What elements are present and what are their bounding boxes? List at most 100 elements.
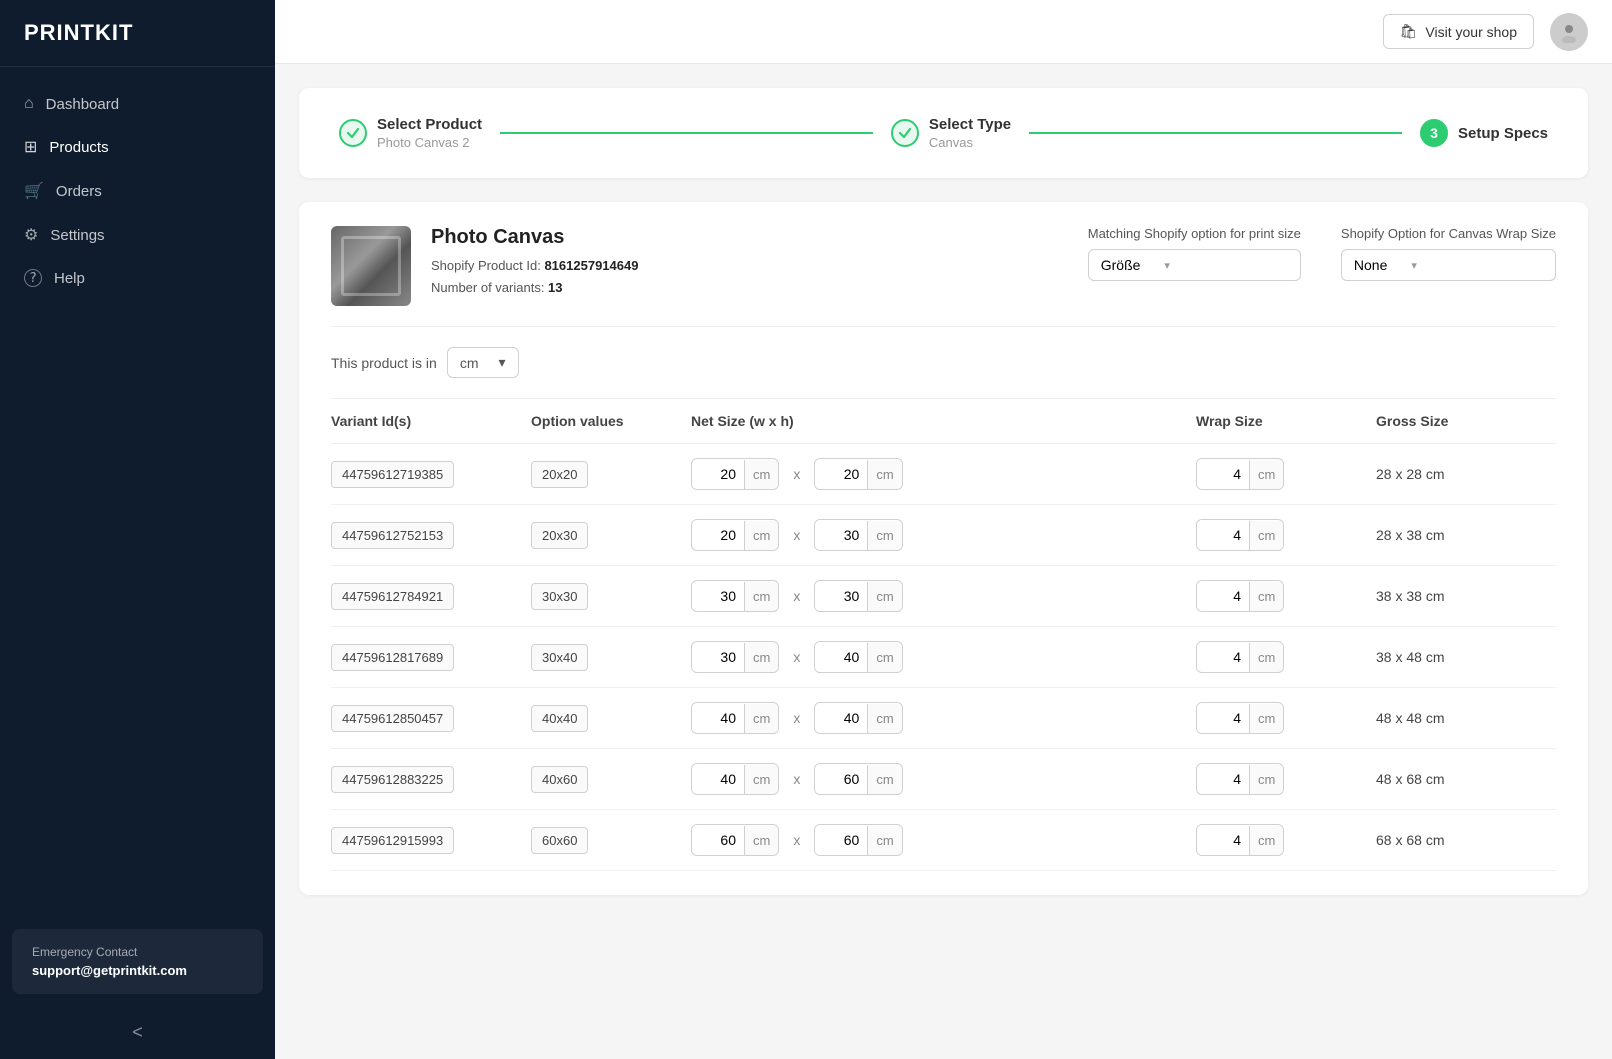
gross-size-value: 48 x 48 cm	[1376, 710, 1444, 726]
wrap-size-input[interactable]: cm	[1196, 763, 1284, 795]
net-height-unit: cm	[867, 704, 901, 733]
cell-variant-id: 44759612850457	[331, 705, 531, 732]
step3-circle: 3	[1420, 119, 1448, 147]
gross-size-value: 28 x 28 cm	[1376, 466, 1444, 482]
net-width-input[interactable]: cm	[691, 824, 779, 856]
net-width-input[interactable]: cm	[691, 763, 779, 795]
x-separator: x	[793, 649, 800, 665]
unit-value: cm	[460, 355, 479, 371]
print-size-option: Matching Shopify option for print size G…	[1088, 226, 1301, 281]
step2-title: Select Type	[929, 116, 1011, 133]
wrap-size-input[interactable]: cm	[1196, 458, 1284, 490]
table-row: 44759612915993 60x60 cm x cm cm 68 x 68 …	[331, 810, 1556, 871]
net-width-field[interactable]	[692, 764, 744, 794]
cell-gross-size: 68 x 68 cm	[1376, 832, 1556, 848]
user-avatar-button[interactable]	[1550, 13, 1588, 51]
net-width-unit: cm	[744, 460, 778, 489]
net-height-field[interactable]	[815, 581, 867, 611]
net-width-field[interactable]	[692, 520, 744, 550]
net-height-input[interactable]: cm	[814, 519, 902, 551]
net-height-field[interactable]	[815, 520, 867, 550]
wrap-size-input[interactable]: cm	[1196, 702, 1284, 734]
net-height-unit: cm	[867, 521, 901, 550]
wrap-unit: cm	[1249, 765, 1283, 794]
cell-wrap-size: cm	[1196, 580, 1376, 612]
net-width-input[interactable]: cm	[691, 458, 779, 490]
wrap-size-input[interactable]: cm	[1196, 519, 1284, 551]
wrap-size-field[interactable]	[1197, 825, 1249, 855]
net-height-field[interactable]	[815, 764, 867, 794]
cell-option: 40x60	[531, 766, 691, 793]
cell-net-size: cm x cm	[691, 702, 1196, 734]
step-setup-specs: 3 Setup Specs	[1420, 119, 1548, 147]
wrap-size-field[interactable]	[1197, 703, 1249, 733]
sidebar-item-help[interactable]: ? Help	[0, 257, 275, 299]
wrap-size-field[interactable]	[1197, 764, 1249, 794]
gross-size-value: 68 x 68 cm	[1376, 832, 1444, 848]
product-header: Photo Canvas Shopify Product Id: 8161257…	[331, 226, 1556, 327]
cell-option: 30x40	[531, 644, 691, 671]
cell-option: 40x40	[531, 705, 691, 732]
x-separator: x	[793, 832, 800, 848]
wrap-size-field[interactable]	[1197, 459, 1249, 489]
chevron-down-icon: ▾	[499, 354, 506, 371]
sidebar-item-dashboard[interactable]: ⌂ Dashboard	[0, 83, 275, 125]
net-width-field[interactable]	[692, 459, 744, 489]
print-size-select[interactable]: Größe ▾	[1088, 249, 1301, 281]
net-width-input[interactable]: cm	[691, 702, 779, 734]
net-width-unit: cm	[744, 521, 778, 550]
unit-select[interactable]: cm ▾	[447, 347, 519, 378]
product-variants: Number of variants: 13	[431, 277, 1068, 299]
sidebar-item-settings[interactable]: ⚙ Settings	[0, 213, 275, 257]
sidebar-item-label: Settings	[50, 227, 104, 244]
option-tag: 20x30	[531, 522, 588, 549]
visit-shop-button[interactable]: 🛍 Visit your shop	[1383, 14, 1534, 49]
wrap-size-field[interactable]	[1197, 581, 1249, 611]
sidebar-item-products[interactable]: ⊞ Products	[0, 125, 275, 169]
wrap-unit: cm	[1249, 826, 1283, 855]
emergency-contact: Emergency Contact support@getprintkit.co…	[12, 929, 263, 994]
net-height-input[interactable]: cm	[814, 824, 902, 856]
checkmark-icon	[898, 126, 912, 140]
wrap-size-field[interactable]	[1197, 642, 1249, 672]
cell-wrap-size: cm	[1196, 763, 1376, 795]
net-height-field[interactable]	[815, 459, 867, 489]
wrap-size-input[interactable]: cm	[1196, 580, 1284, 612]
net-width-input[interactable]: cm	[691, 580, 779, 612]
unit-prefix: This product is in	[331, 355, 437, 371]
net-width-field[interactable]	[692, 825, 744, 855]
net-height-field[interactable]	[815, 703, 867, 733]
net-height-input[interactable]: cm	[814, 702, 902, 734]
net-height-field[interactable]	[815, 642, 867, 672]
net-height-input[interactable]: cm	[814, 763, 902, 795]
col-wrap-size: Wrap Size	[1196, 413, 1376, 429]
wrap-size-value: None	[1354, 257, 1387, 273]
product-details: Photo Canvas Shopify Product Id: 8161257…	[431, 226, 1068, 299]
table-row: 44759612784921 30x30 cm x cm cm 38 x 38 …	[331, 566, 1556, 627]
option-tag: 20x20	[531, 461, 588, 488]
wrap-size-input[interactable]: cm	[1196, 824, 1284, 856]
net-width-input[interactable]: cm	[691, 641, 779, 673]
net-height-input[interactable]: cm	[814, 580, 902, 612]
net-width-field[interactable]	[692, 703, 744, 733]
cell-wrap-size: cm	[1196, 824, 1376, 856]
net-height-input[interactable]: cm	[814, 458, 902, 490]
chevron-down-icon: ▾	[1411, 259, 1417, 272]
main-content: 🛍 Visit your shop Select Product Photo C…	[275, 0, 1612, 1059]
wrap-size-label: Shopify Option for Canvas Wrap Size	[1341, 226, 1556, 241]
wrap-size-input[interactable]: cm	[1196, 641, 1284, 673]
x-separator: x	[793, 771, 800, 787]
net-width-field[interactable]	[692, 642, 744, 672]
x-separator: x	[793, 588, 800, 604]
wrap-size-select[interactable]: None ▾	[1341, 249, 1556, 281]
sidebar-item-label: Orders	[56, 183, 102, 200]
net-width-field[interactable]	[692, 581, 744, 611]
cell-option: 20x20	[531, 461, 691, 488]
net-height-field[interactable]	[815, 825, 867, 855]
wrap-size-field[interactable]	[1197, 520, 1249, 550]
net-width-input[interactable]: cm	[691, 519, 779, 551]
sidebar-collapse-button[interactable]: <	[0, 1006, 275, 1059]
sidebar-item-orders[interactable]: 🛒 Orders	[0, 169, 275, 213]
col-gross-size: Gross Size	[1376, 413, 1556, 429]
net-height-input[interactable]: cm	[814, 641, 902, 673]
